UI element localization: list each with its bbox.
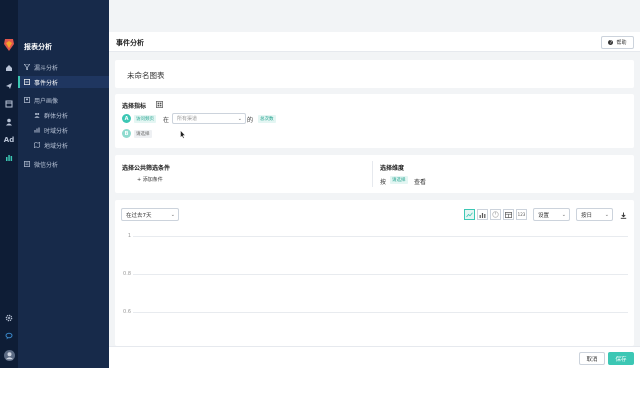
chart-gridline [133,312,628,313]
sidebar: 报表分析 漏斗分析 事件分析 用户画像 群体分析 时域分析 地域分析 微信分析 [18,0,109,368]
chart-name-card: 未命名图表 [115,60,634,88]
in-text: 在 [163,117,170,124]
cancel-button[interactable]: 取消 [579,352,605,365]
view-text: 查看 [414,179,427,186]
chevron-down-icon: ⌄ [561,212,566,218]
download-icon[interactable] [618,210,628,220]
bar-chart-icon [479,212,486,218]
metric-b-badge: B [122,129,131,138]
metric-a-measure-tag[interactable]: 总次数 [258,115,276,123]
bar-chart-button[interactable] [477,209,488,220]
of-text: 的 [247,117,254,124]
date-range-select[interactable]: 在过去7天 ⌄ [121,208,179,221]
metric-section-title: 选择指标 [122,103,147,110]
date-range-label: 在过去7天 [126,212,152,219]
mouse-cursor-icon [180,130,186,139]
settings-label: 设置 [538,212,550,219]
sidebar-item-region[interactable]: 地域分析 [18,139,109,151]
sidebar-item-wechat[interactable]: 微信分析 [18,158,109,170]
table-view-button[interactable] [503,209,514,220]
send-icon[interactable] [4,81,14,91]
chat-icon[interactable] [4,331,14,341]
chart-gridline [133,274,628,275]
event-icon [22,79,32,85]
y-tick-label: 0.8 [123,271,131,277]
main-content: 事件分析 ? 帮助 未命名图表 选择指标 A 访问频页 在 所有渠道 ⌄ 的 总… [109,0,640,368]
help-button[interactable]: ? 帮助 [601,36,634,49]
number-view-button[interactable]: 123 [516,209,527,220]
sidebar-item-funnel[interactable]: 漏斗分析 [18,61,109,73]
page-select-placeholder: 所有渠道 [177,116,198,122]
filter-section-title: 选择公共筛选条件 [122,165,171,172]
granularity-select[interactable]: 按日 ⌄ [576,208,613,221]
map-icon [32,142,42,148]
pie-chart-button[interactable] [490,209,501,220]
y-tick-label: 1 [127,233,131,239]
granularity-label: 按日 [581,212,593,219]
dimension-section-title: 选择维度 [380,165,405,172]
sidebar-item-label: 漏斗分析 [34,64,59,72]
page-title: 事件分析 [116,39,144,47]
chevron-down-icon: ⌄ [170,212,175,218]
dimension-select-tag[interactable]: 请选择 [390,176,408,184]
sidebar-item-label: 微信分析 [34,161,59,169]
settings-select[interactable]: 设置 ⌄ [533,208,570,221]
metric-card: 选择指标 A 访问频页 在 所有渠道 ⌄ 的 总次数 B 请选择 [115,94,634,148]
settings-gear-icon[interactable] [4,313,14,323]
metric-b-select-tag[interactable]: 请选择 [134,130,152,138]
metric-a-event-tag[interactable]: 访问频页 [134,115,156,123]
brand-logo [4,39,14,51]
add-condition-button[interactable]: + 添加条件 [137,176,163,183]
sidebar-item-label: 时域分析 [44,127,69,135]
sidebar-item-label: 地域分析 [44,142,69,150]
by-text: 按 [380,179,387,186]
chart-card: 在过去7天 ⌄ 123 设置 ⌄ 按日 ⌄ 1 0.8 0.6 [115,200,634,346]
chevron-down-icon: ⌄ [237,116,242,122]
icon-rail: Ad [0,0,18,368]
user-portrait-icon [22,97,32,103]
report-icon[interactable] [4,99,14,109]
question-icon: ? [608,40,614,45]
home-icon[interactable] [4,63,14,73]
y-tick-label: 0.6 [123,309,131,315]
time-chart-icon [32,127,42,133]
analysis-icon[interactable] [4,153,14,163]
metric-a-badge: A [122,114,131,123]
sidebar-item-label: 群体分析 [44,112,69,120]
sidebar-item-user-portrait[interactable]: 用户画像 [18,94,109,106]
page-header: 事件分析 ? 帮助 [109,32,640,52]
sidebar-item-time[interactable]: 时域分析 [18,124,109,136]
chart-name-input[interactable]: 未命名图表 [127,70,165,81]
sidebar-title: 报表分析 [24,43,52,51]
user-icon[interactable] [4,117,14,127]
group-icon [32,112,42,118]
wechat-icon [22,161,32,167]
footer-bar: 取消 保存 [109,346,640,368]
table-icon [505,211,512,218]
section-divider [372,161,373,187]
funnel-icon [22,64,32,70]
sidebar-item-group[interactable]: 群体分析 [18,109,109,121]
line-chart-button[interactable] [464,209,475,220]
metric-a-page-select[interactable]: 所有渠道 ⌄ [172,113,246,124]
save-button[interactable]: 保存 [608,352,634,365]
help-label: 帮助 [616,40,627,46]
sidebar-item-label: 事件分析 [34,79,59,87]
pie-chart-icon [492,211,499,218]
filter-card: 选择公共筛选条件 + 添加条件 选择维度 按 请选择 查看 [115,155,634,193]
line-chart-icon [466,212,473,217]
grid-toggle-icon[interactable] [156,101,163,108]
ad-icon[interactable]: Ad [4,135,14,145]
sidebar-item-event[interactable]: 事件分析 [18,76,109,88]
avatar[interactable] [3,349,15,361]
sidebar-item-label: 用户画像 [34,97,59,105]
chart-gridline [133,236,628,237]
chevron-down-icon: ⌄ [604,212,609,218]
